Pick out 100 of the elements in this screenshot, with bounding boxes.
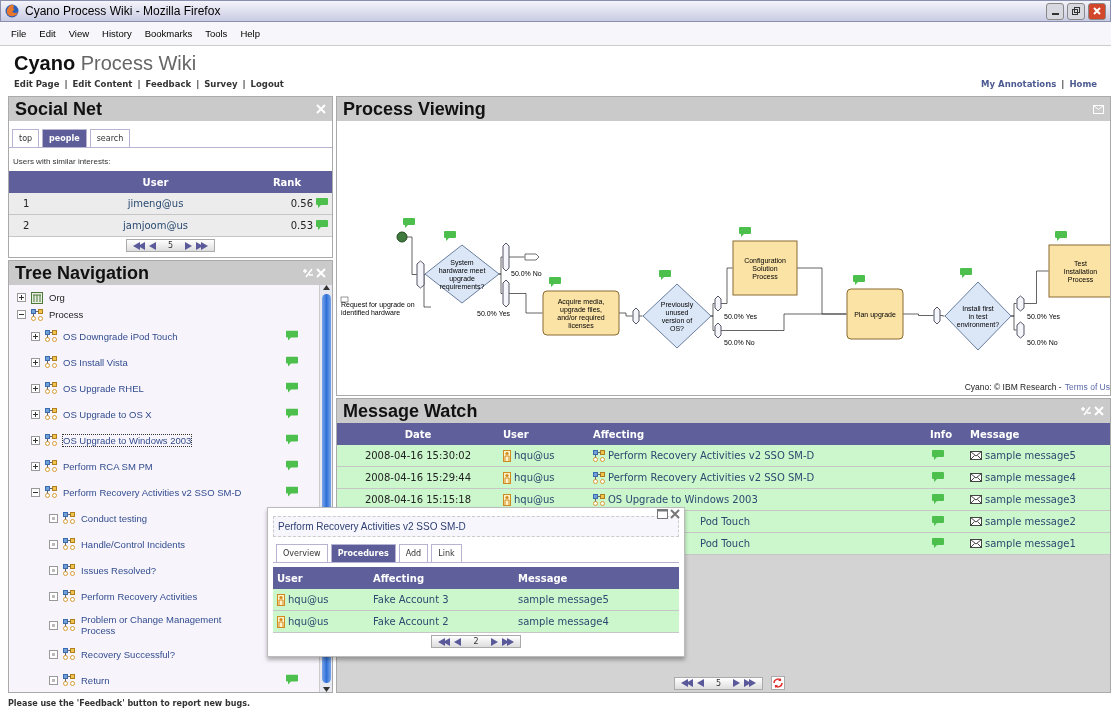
nav-link[interactable]: Survey — [204, 79, 238, 89]
message-link[interactable]: sample message5 — [518, 594, 609, 605]
user-link[interactable]: hqu@us — [288, 616, 329, 627]
tree-item[interactable]: Org — [49, 292, 65, 303]
account-link[interactable]: Fake Account 3 — [373, 594, 449, 605]
message-link[interactable]: sample message4 — [985, 472, 1076, 483]
collapse-icon[interactable] — [31, 487, 40, 497]
tree-item[interactable]: Perform Recovery Activities — [81, 590, 231, 602]
expand-icon[interactable] — [31, 435, 40, 445]
tree-item[interactable]: Issues Resolved? — [81, 564, 231, 576]
tree-item[interactable]: Process — [49, 309, 84, 320]
tree-item[interactable]: OS Downgrade iPod Touch — [63, 330, 178, 342]
tree-item[interactable]: OS Upgrade RHEL — [63, 382, 144, 394]
nav-link[interactable]: Feedback — [145, 79, 192, 89]
message-link[interactable]: sample message4 — [518, 616, 609, 627]
user-link[interactable]: hqu@us — [514, 472, 555, 483]
decision-node[interactable] — [642, 283, 712, 349]
process-link[interactable]: Pod Touch — [700, 538, 751, 549]
tree-item[interactable]: OS Upgrade to Windows 2003 — [63, 434, 192, 446]
menu-item[interactable]: Tools — [205, 28, 228, 39]
task-node[interactable] — [846, 288, 904, 340]
comment-icon[interactable] — [444, 231, 456, 241]
collapse-toggle-icon[interactable] — [302, 268, 313, 278]
scroll-down-icon[interactable] — [322, 687, 330, 692]
comment-icon[interactable] — [403, 218, 415, 228]
subprocess-node[interactable] — [1048, 244, 1110, 298]
menu-item[interactable]: File — [11, 28, 27, 39]
right-arrow-icon[interactable] — [490, 637, 498, 646]
tree-item[interactable]: Perform Recovery Activities v2 SSO SM-D — [63, 486, 242, 498]
left-arrow-icon[interactable] — [696, 679, 704, 687]
message-link[interactable]: sample message2 — [985, 516, 1076, 527]
expand-icon[interactable] — [31, 383, 40, 393]
double-right-arrow-icon[interactable] — [744, 679, 756, 687]
double-left-arrow-icon[interactable] — [680, 679, 693, 687]
tree-item[interactable]: Perform RCA SM PM — [63, 460, 153, 472]
user-link[interactable]: hqu@us — [288, 594, 329, 605]
maximize-icon[interactable] — [657, 509, 668, 519]
user-link[interactable]: hqu@us — [514, 450, 555, 461]
decision-node[interactable] — [944, 281, 1012, 351]
process-link[interactable]: Pod Touch — [700, 516, 751, 527]
right-arrow-icon[interactable] — [185, 241, 193, 250]
menu-item[interactable]: History — [102, 28, 132, 39]
tree-item[interactable]: Conduct testing — [81, 512, 231, 524]
tree-item[interactable]: OS Install Vista — [63, 356, 128, 368]
comment-icon[interactable] — [853, 275, 865, 285]
process-link[interactable]: OS Upgrade to Windows 2003 — [608, 494, 758, 505]
tab[interactable]: Procedures — [330, 544, 396, 562]
nav-link[interactable]: Edit Page — [14, 79, 60, 89]
decision-node[interactable] — [424, 244, 500, 304]
user-link[interactable]: jimeng@us — [127, 198, 184, 209]
tree-item[interactable]: Recovery Successful? — [81, 648, 231, 660]
double-left-arrow-icon[interactable] — [132, 241, 145, 250]
left-arrow-icon[interactable] — [148, 241, 156, 250]
user-link[interactable]: hqu@us — [514, 494, 555, 505]
account-link[interactable]: Fake Account 2 — [373, 616, 449, 627]
comment-icon[interactable] — [960, 268, 972, 278]
menu-item[interactable]: Help — [240, 28, 260, 39]
nav-link[interactable]: Logout — [250, 79, 284, 89]
nav-link[interactable]: Edit Content — [72, 79, 133, 89]
message-link[interactable]: sample message3 — [985, 494, 1076, 505]
expand-icon[interactable] — [31, 357, 40, 367]
menu-item[interactable]: Bookmarks — [144, 28, 193, 39]
message-link[interactable]: sample message1 — [985, 538, 1076, 549]
menu-item[interactable]: View — [68, 28, 90, 39]
close-icon[interactable] — [670, 509, 680, 519]
comment-icon[interactable] — [659, 270, 671, 280]
tree-item[interactable]: Return — [81, 674, 231, 686]
tab[interactable]: top — [12, 129, 40, 147]
task-node[interactable] — [542, 290, 620, 336]
terms-link[interactable]: Terms of Us — [1064, 382, 1110, 392]
double-right-arrow-icon[interactable] — [501, 637, 514, 646]
tab[interactable]: search — [89, 129, 131, 147]
menu-item[interactable]: Edit — [39, 28, 56, 39]
double-left-arrow-icon[interactable] — [438, 637, 451, 646]
comment-icon[interactable] — [549, 277, 561, 287]
tree-item[interactable]: OS Upgrade to OS X — [63, 408, 152, 420]
expand-icon[interactable] — [17, 293, 26, 302]
expand-icon[interactable] — [31, 461, 40, 471]
tab[interactable]: Link — [431, 544, 462, 562]
process-link[interactable]: Perform Recovery Activities v2 SSO SM-D — [608, 472, 815, 483]
left-arrow-icon[interactable] — [454, 637, 462, 646]
tab[interactable]: Overview — [276, 544, 328, 562]
nav-link[interactable]: My Annotations — [981, 79, 1057, 89]
user-link[interactable]: jamjoom@us — [123, 220, 188, 231]
comment-icon[interactable] — [1055, 231, 1067, 241]
double-right-arrow-icon[interactable] — [196, 241, 209, 250]
expand-icon[interactable] — [31, 409, 40, 419]
right-arrow-icon[interactable] — [733, 679, 740, 687]
tab[interactable]: people — [42, 129, 87, 147]
tab[interactable]: Add — [398, 544, 429, 562]
message-link[interactable]: sample message5 — [985, 450, 1076, 461]
collapse-icon[interactable] — [17, 310, 26, 319]
process-link[interactable]: Perform Recovery Activities v2 SSO SM-D — [608, 450, 815, 461]
collapse-toggle-icon[interactable] — [1080, 406, 1091, 416]
minimize-button[interactable] — [1046, 2, 1064, 20]
comment-icon[interactable] — [739, 227, 751, 237]
nav-link[interactable]: Home — [1069, 79, 1097, 89]
close-button[interactable] — [1088, 2, 1106, 20]
subprocess-node[interactable] — [732, 240, 798, 296]
maximize-button[interactable] — [1067, 2, 1085, 20]
